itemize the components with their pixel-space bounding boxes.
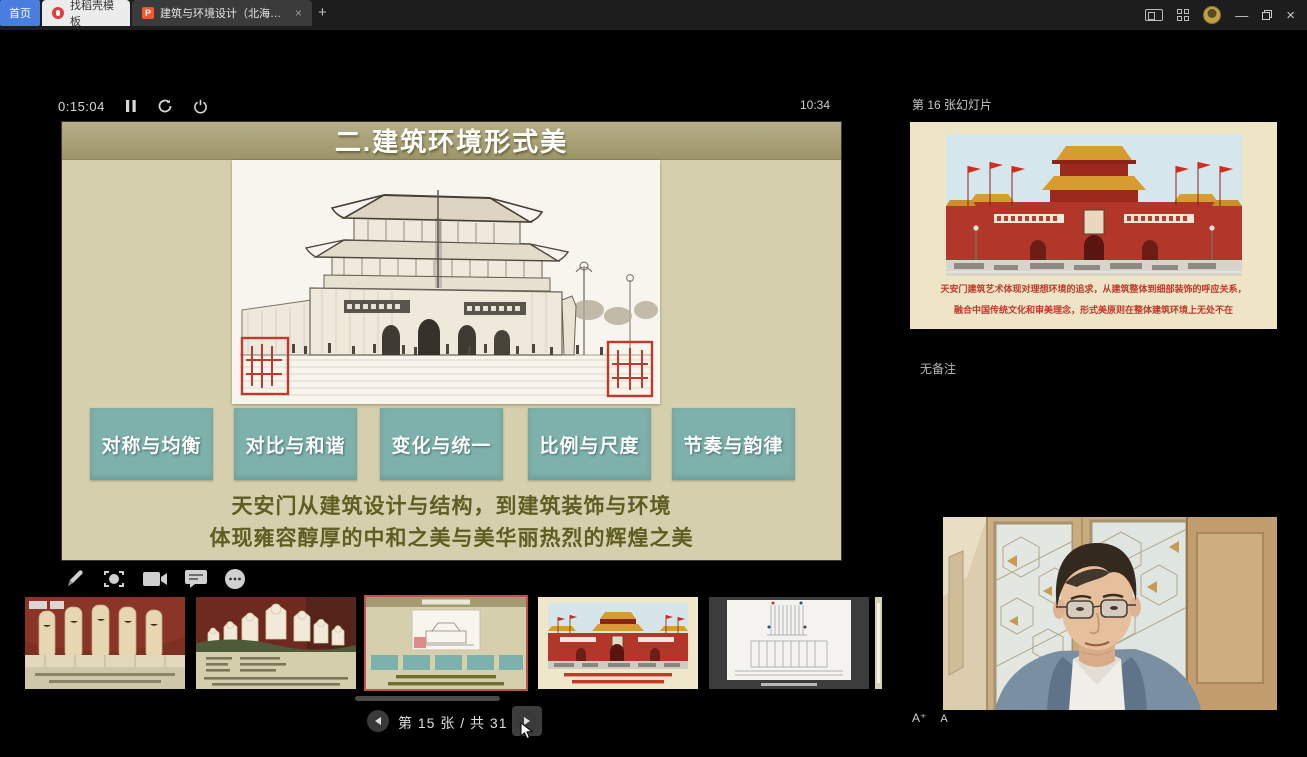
previous-arrow-icon	[373, 716, 383, 726]
camera-icon[interactable]	[142, 570, 168, 588]
mouse-cursor	[520, 722, 534, 740]
restore-icon[interactable]	[1262, 10, 1272, 20]
current-slide: 二.建筑环境形式美	[62, 122, 841, 560]
wps-presentation-icon: P	[142, 7, 154, 19]
home-button[interactable]: 首页	[0, 0, 40, 26]
pause-icon[interactable]	[125, 99, 137, 113]
slide-title: 二.建筑环境形式美	[335, 122, 568, 159]
tiananmen-engraving-image	[232, 160, 660, 404]
annotation-toolbar	[64, 566, 246, 592]
grid-view-icon[interactable]	[1177, 9, 1189, 21]
previous-slide-button[interactable]	[367, 710, 389, 732]
application-window: 首页 找稻壳模板 P 建筑与环境设计（北海）(2).pptx × + — × 0…	[0, 0, 1307, 757]
more-options-icon[interactable]	[224, 568, 246, 590]
docer-icon	[52, 7, 64, 19]
thumbnail-slide-15-current[interactable]	[366, 597, 526, 689]
reset-timer-icon[interactable]	[157, 98, 173, 114]
power-exit-icon[interactable]	[193, 99, 208, 114]
thumbnail-scrollbar[interactable]	[355, 696, 500, 701]
notes-font-controls: A⁺ A	[912, 711, 948, 725]
presentation-timer: 0:15:04	[58, 99, 105, 114]
minimize-icon[interactable]: —	[1235, 9, 1248, 22]
concept-box-contrast: 对比与和谐	[234, 408, 357, 480]
thumbnail-slide-16-tiananmen-photo[interactable]	[538, 597, 698, 689]
slide-title-band: 二.建筑环境形式美	[62, 122, 841, 160]
thumbnail-slide-14-white-model[interactable]	[196, 597, 356, 689]
tab-bar: 首页 找稻壳模板 P 建筑与环境设计（北海）(2).pptx × + — ×	[0, 0, 1307, 30]
presenter-controls: 0:15:04	[58, 96, 208, 116]
slide-position-label: 第 15 张 / 共 31 张	[398, 713, 527, 733]
concept-box-proportion: 比例与尺度	[528, 408, 651, 480]
wall-clock: 10:34	[800, 98, 830, 112]
user-avatar[interactable]	[1203, 6, 1221, 24]
concept-box-variation: 变化与统一	[380, 408, 503, 480]
laser-pointer-icon[interactable]	[102, 568, 126, 590]
layout-view-icon[interactable]	[1145, 9, 1163, 21]
preview-caption-line1: 天安门建筑艺术体现对理想环境的追求，从建筑整体到细部装饰的呼应关系，	[910, 282, 1277, 295]
font-normal-button[interactable]: A	[940, 713, 947, 725]
slide-caption-line1: 天安门从建筑设计与结构，到建筑装饰与环境	[62, 490, 841, 520]
tab-close-icon[interactable]: ×	[295, 6, 302, 20]
concept-box-symmetry: 对称与均衡	[90, 408, 213, 480]
concept-box-rhythm: 节奏与韵律	[672, 408, 795, 480]
thumbnail-slide-17-elevation-drawing[interactable]	[709, 597, 869, 689]
next-slide-panel-header: 第 16 张幻灯片	[912, 96, 992, 113]
slide-caption-line2: 体现雍容醇厚的中和之美与美华丽热烈的辉煌之美	[62, 522, 841, 552]
font-increase-button[interactable]: A⁺	[912, 711, 926, 725]
comment-icon[interactable]	[184, 569, 208, 589]
speaker-notes-placeholder: 无备注	[920, 360, 956, 377]
preview-caption-line2: 融合中国传统文化和审美理念，形式美原则在整体建筑环境上无处不在	[910, 303, 1277, 316]
close-window-icon[interactable]: ×	[1286, 8, 1295, 23]
thumbnail-slide-13-stone-pillars[interactable]	[25, 597, 185, 689]
tab-docer-templates[interactable]: 找稻壳模板	[42, 0, 130, 26]
tab-document-label: 建筑与环境设计（北海）(2).pptx	[160, 5, 289, 21]
tab-document[interactable]: P 建筑与环境设计（北海）(2).pptx ×	[132, 0, 312, 26]
pen-icon[interactable]	[64, 568, 86, 590]
presenter-webcam-video	[943, 517, 1277, 710]
next-slide-preview: 天安门建筑艺术体现对理想环境的追求，从建筑整体到细部装饰的呼应关系， 融合中国传…	[910, 122, 1277, 329]
window-controls: — ×	[1145, 0, 1307, 30]
tab-docer-label: 找稻壳模板	[70, 0, 120, 29]
new-tab-button[interactable]: +	[318, 4, 327, 21]
thumbnail-slide-18-partial[interactable]	[875, 597, 882, 689]
home-button-label: 首页	[9, 5, 31, 21]
